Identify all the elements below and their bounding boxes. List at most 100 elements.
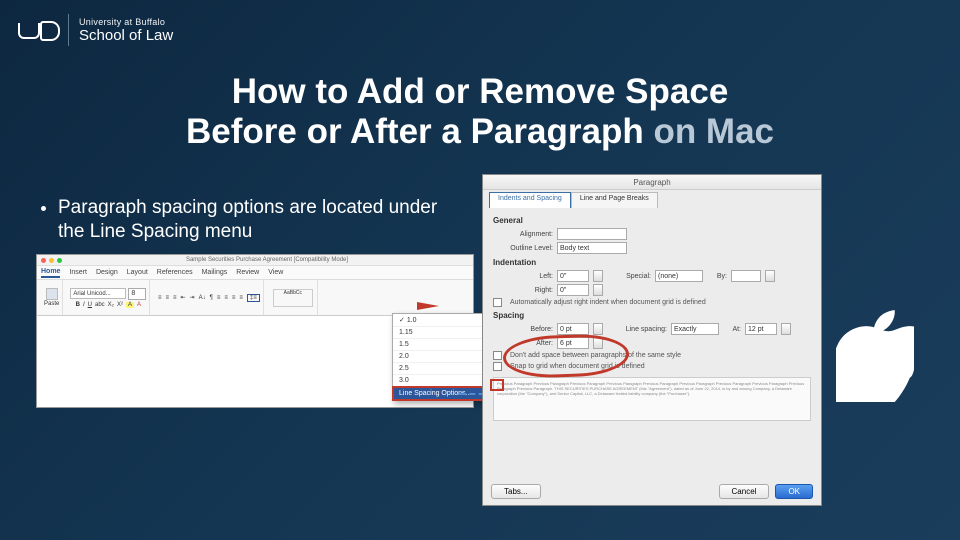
tab-layout[interactable]: Layout: [127, 269, 148, 276]
font-name-select[interactable]: Arial Unicod...: [70, 288, 126, 299]
outline-label: Outline Level:: [493, 245, 553, 252]
tab-references[interactable]: References: [157, 269, 193, 276]
indent-right-input[interactable]: 0": [557, 284, 589, 296]
traffic-light-max-icon: [57, 258, 62, 263]
university-name: University at Buffalo: [79, 17, 173, 27]
linespacing-label: Line spacing:: [607, 326, 667, 333]
linespacing-select[interactable]: Exactly: [671, 323, 719, 335]
tab-insert[interactable]: Insert: [69, 269, 87, 276]
font-color-icon[interactable]: A: [137, 302, 141, 308]
dialog-tabs: Indents and Spacing Line and Page Breaks: [483, 190, 821, 208]
snap-grid-label: Snap to grid when document grid is defin…: [510, 363, 645, 370]
school-name: School of Law: [79, 27, 173, 44]
tab-home[interactable]: Home: [41, 268, 60, 278]
after-input[interactable]: 6 pt: [557, 337, 589, 349]
special-select[interactable]: (none): [655, 270, 703, 282]
general-header: General: [493, 216, 811, 225]
stepper-icon[interactable]: [593, 270, 603, 282]
cancel-button[interactable]: Cancel: [719, 484, 770, 499]
traffic-light-close-icon: [41, 258, 46, 263]
bullet-item: Paragraph spacing options are located un…: [58, 196, 460, 244]
numbering-icon[interactable]: ≡: [165, 295, 169, 301]
auto-indent-checkbox[interactable]: [493, 298, 502, 307]
title-line1: How to Add or Remove Space: [232, 72, 729, 111]
before-input[interactable]: 0 pt: [557, 323, 589, 335]
word-window-title: Sample Securities Purchase Agreement [Co…: [65, 257, 469, 263]
bullet-list: Paragraph spacing options are located un…: [40, 196, 460, 244]
pilcrow-icon[interactable]: ¶: [210, 295, 213, 301]
logo-divider: [68, 14, 69, 46]
red-arrow-annotation: [417, 302, 439, 310]
tab-view[interactable]: View: [268, 269, 283, 276]
apple-logo-icon: [836, 310, 914, 402]
alignment-select[interactable]: [557, 228, 627, 240]
outline-select[interactable]: Body text: [557, 242, 627, 254]
stepper-icon[interactable]: [593, 337, 603, 349]
indent-left-input[interactable]: 0": [557, 270, 589, 282]
preview-box: Previous Paragraph Previous Paragraph Pr…: [493, 377, 811, 421]
paragraph-dialog: Paragraph Indents and Spacing Line and P…: [482, 174, 822, 506]
subscript-icon[interactable]: X₂: [108, 302, 114, 308]
same-style-label: Don't add space between paragraphs of th…: [510, 352, 681, 359]
strikethrough-icon[interactable]: abc: [95, 302, 105, 308]
justify-icon[interactable]: ≡: [239, 295, 243, 301]
red-box-annotation: [490, 379, 504, 391]
stepper-icon[interactable]: [765, 270, 775, 282]
ribbon-toolbar: Paste Arial Unicod... 8 B I U abc X₂ X² …: [37, 280, 473, 316]
special-label: Special:: [607, 273, 651, 280]
underline-icon[interactable]: U: [88, 302, 92, 308]
tab-mailings[interactable]: Mailings: [202, 269, 228, 276]
dialog-body: General Alignment: Outline Level: Body t…: [483, 208, 821, 425]
same-style-checkbox[interactable]: [493, 351, 502, 360]
title-on-mac: on Mac: [653, 112, 774, 151]
paragraph-group: ≡ ≡ ≡ ⇤ ⇥ A↓ ¶ ≡ ≡ ≡ ≡ ‡≡: [154, 280, 264, 315]
ok-button[interactable]: OK: [775, 484, 813, 499]
tab-indents-spacing[interactable]: Indents and Spacing: [489, 192, 571, 208]
line-spacing-icon[interactable]: ‡≡: [247, 294, 260, 302]
italic-icon[interactable]: I: [83, 302, 85, 308]
sort-icon[interactable]: A↓: [199, 295, 206, 301]
auto-indent-label: Automatically adjust right indent when d…: [510, 299, 706, 306]
bullets-icon[interactable]: ≡: [158, 295, 162, 301]
superscript-icon[interactable]: X²: [117, 302, 123, 308]
decrease-indent-icon[interactable]: ⇤: [181, 294, 186, 301]
word-titlebar: Sample Securities Purchase Agreement [Co…: [37, 255, 473, 266]
tabs-button[interactable]: Tabs...: [491, 484, 541, 499]
at-input[interactable]: 12 pt: [745, 323, 777, 335]
spacing-header: Spacing: [493, 311, 811, 320]
indentation-header: Indentation: [493, 258, 811, 267]
bold-icon[interactable]: B: [76, 302, 80, 308]
indent-left-label: Left:: [493, 273, 553, 280]
slide-title: How to Add or Remove Space Before or Aft…: [0, 72, 960, 153]
ribbon-tabs: Home Insert Design Layout References Mai…: [37, 266, 473, 280]
align-center-icon[interactable]: ≡: [224, 295, 228, 301]
dialog-title: Paragraph: [483, 175, 821, 190]
tab-review[interactable]: Review: [236, 269, 259, 276]
paste-icon: [46, 288, 58, 300]
ub-interlocking-logo-icon: [18, 17, 60, 43]
word-ribbon-screenshot: Sample Securities Purchase Agreement [Co…: [36, 254, 474, 408]
align-left-icon[interactable]: ≡: [217, 295, 221, 301]
highlight-icon[interactable]: A: [126, 302, 134, 308]
tab-design[interactable]: Design: [96, 269, 118, 276]
stepper-icon[interactable]: [781, 323, 791, 335]
traffic-light-min-icon: [49, 258, 54, 263]
logo-text: University at Buffalo School of Law: [79, 17, 173, 44]
by-label: By:: [707, 273, 727, 280]
before-label: Before:: [493, 326, 553, 333]
at-label: At:: [723, 326, 741, 333]
styles-group[interactable]: AaBbCc: [268, 280, 318, 315]
title-line2a: Before or After a Paragraph: [186, 112, 653, 151]
dialog-footer: Tabs... Cancel OK: [491, 484, 813, 499]
tab-line-page-breaks[interactable]: Line and Page Breaks: [571, 192, 658, 208]
increase-indent-icon[interactable]: ⇥: [190, 294, 195, 301]
align-right-icon[interactable]: ≡: [232, 295, 236, 301]
stepper-icon[interactable]: [593, 323, 603, 335]
snap-grid-checkbox[interactable]: [493, 362, 502, 371]
stepper-icon[interactable]: [593, 284, 603, 296]
indent-right-label: Right:: [493, 287, 553, 294]
paste-group[interactable]: Paste: [41, 280, 63, 315]
font-size-select[interactable]: 8: [128, 288, 146, 300]
by-input[interactable]: [731, 270, 761, 282]
multilevel-icon[interactable]: ≡: [173, 295, 177, 301]
